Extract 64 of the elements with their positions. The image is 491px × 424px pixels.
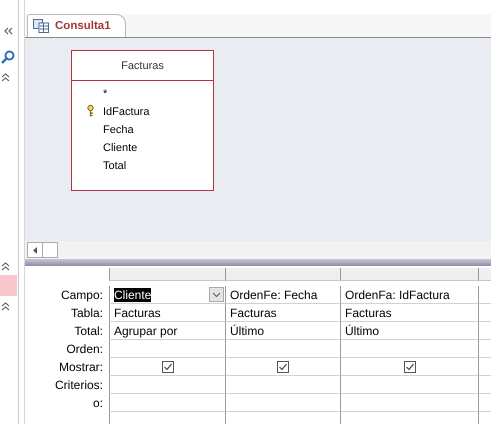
- table-cell[interactable]: Facturas: [109, 304, 225, 322]
- collapse-icon[interactable]: [1, 73, 10, 82]
- dropdown-button[interactable]: [209, 287, 224, 302]
- grid-cell[interactable]: [225, 394, 340, 412]
- grid-cell[interactable]: [478, 286, 491, 304]
- grid-cell[interactable]: [478, 340, 491, 358]
- table-cell[interactable]: Facturas: [340, 304, 478, 322]
- grid-cell[interactable]: [340, 340, 478, 358]
- total-cell[interactable]: Agrupar por: [109, 322, 225, 340]
- table-title: Facturas: [72, 51, 213, 81]
- row-label: Mostrar:: [58, 359, 104, 376]
- grid-cell[interactable]: [225, 376, 340, 394]
- table-window[interactable]: Facturas * IdFactura Fecha Cliente Total: [71, 50, 214, 191]
- field-name: OrdenFa: IdFactura: [345, 288, 450, 302]
- field-name: OrdenFe: Fecha: [230, 288, 318, 302]
- caret-icon: [212, 292, 221, 298]
- table-cell[interactable]: Facturas: [225, 304, 340, 322]
- field-item[interactable]: *: [103, 88, 108, 100]
- column-selector[interactable]: [109, 268, 225, 281]
- query-icon: [33, 19, 49, 33]
- column-selector[interactable]: [225, 268, 340, 281]
- row-label: o:: [92, 395, 104, 412]
- field-item[interactable]: Total: [103, 160, 126, 172]
- grid-cell[interactable]: [478, 394, 491, 412]
- grid-cell[interactable]: [340, 376, 478, 394]
- field-cell[interactable]: Cliente: [109, 286, 225, 304]
- collapse-icon[interactable]: [1, 302, 10, 311]
- grid-cell[interactable]: [109, 340, 225, 358]
- total-cell[interactable]: Último: [340, 322, 478, 340]
- grid-cell[interactable]: [478, 304, 491, 322]
- collapse-icon[interactable]: [1, 262, 10, 271]
- field-cell[interactable]: OrdenFa: IdFactura: [340, 286, 478, 304]
- column-selector[interactable]: [478, 268, 491, 281]
- grid-cell[interactable]: [478, 376, 491, 394]
- collapse-pane-icon[interactable]: [4, 27, 13, 35]
- row-label: Total:: [73, 323, 104, 340]
- grid-cell[interactable]: [340, 394, 478, 412]
- row-label: Campo:: [60, 287, 104, 304]
- field-item[interactable]: IdFactura: [103, 106, 150, 118]
- show-checkbox[interactable]: [404, 360, 416, 372]
- grid-cell[interactable]: [478, 322, 491, 340]
- row-label: Tabla:: [70, 305, 104, 322]
- search-icon[interactable]: [1, 50, 15, 64]
- scroll-left-button[interactable]: [27, 242, 43, 258]
- left-arrow-icon: [33, 246, 37, 254]
- field-name: Cliente: [114, 288, 152, 302]
- total-cell[interactable]: Último: [225, 322, 340, 340]
- scrollbar-thumb[interactable]: [43, 242, 58, 258]
- show-checkbox[interactable]: [162, 360, 174, 372]
- grid-cell[interactable]: [109, 394, 225, 412]
- grid-cell[interactable]: [109, 376, 225, 394]
- query-tab[interactable]: Consulta1: [27, 14, 126, 37]
- field-item[interactable]: Fecha: [103, 124, 134, 136]
- show-checkbox[interactable]: [277, 360, 289, 372]
- column-selector[interactable]: [340, 268, 478, 281]
- field-cell[interactable]: OrdenFe: Fecha: [225, 286, 340, 304]
- field-item[interactable]: Cliente: [103, 142, 138, 154]
- grid-cell[interactable]: [225, 340, 340, 358]
- row-label: Orden:: [65, 341, 104, 358]
- grid-cell[interactable]: [225, 358, 340, 376]
- grid-cell[interactable]: [109, 358, 225, 376]
- grid-cell[interactable]: [340, 358, 478, 376]
- row-label: Criterios:: [54, 377, 104, 394]
- grid-cell[interactable]: [478, 358, 491, 376]
